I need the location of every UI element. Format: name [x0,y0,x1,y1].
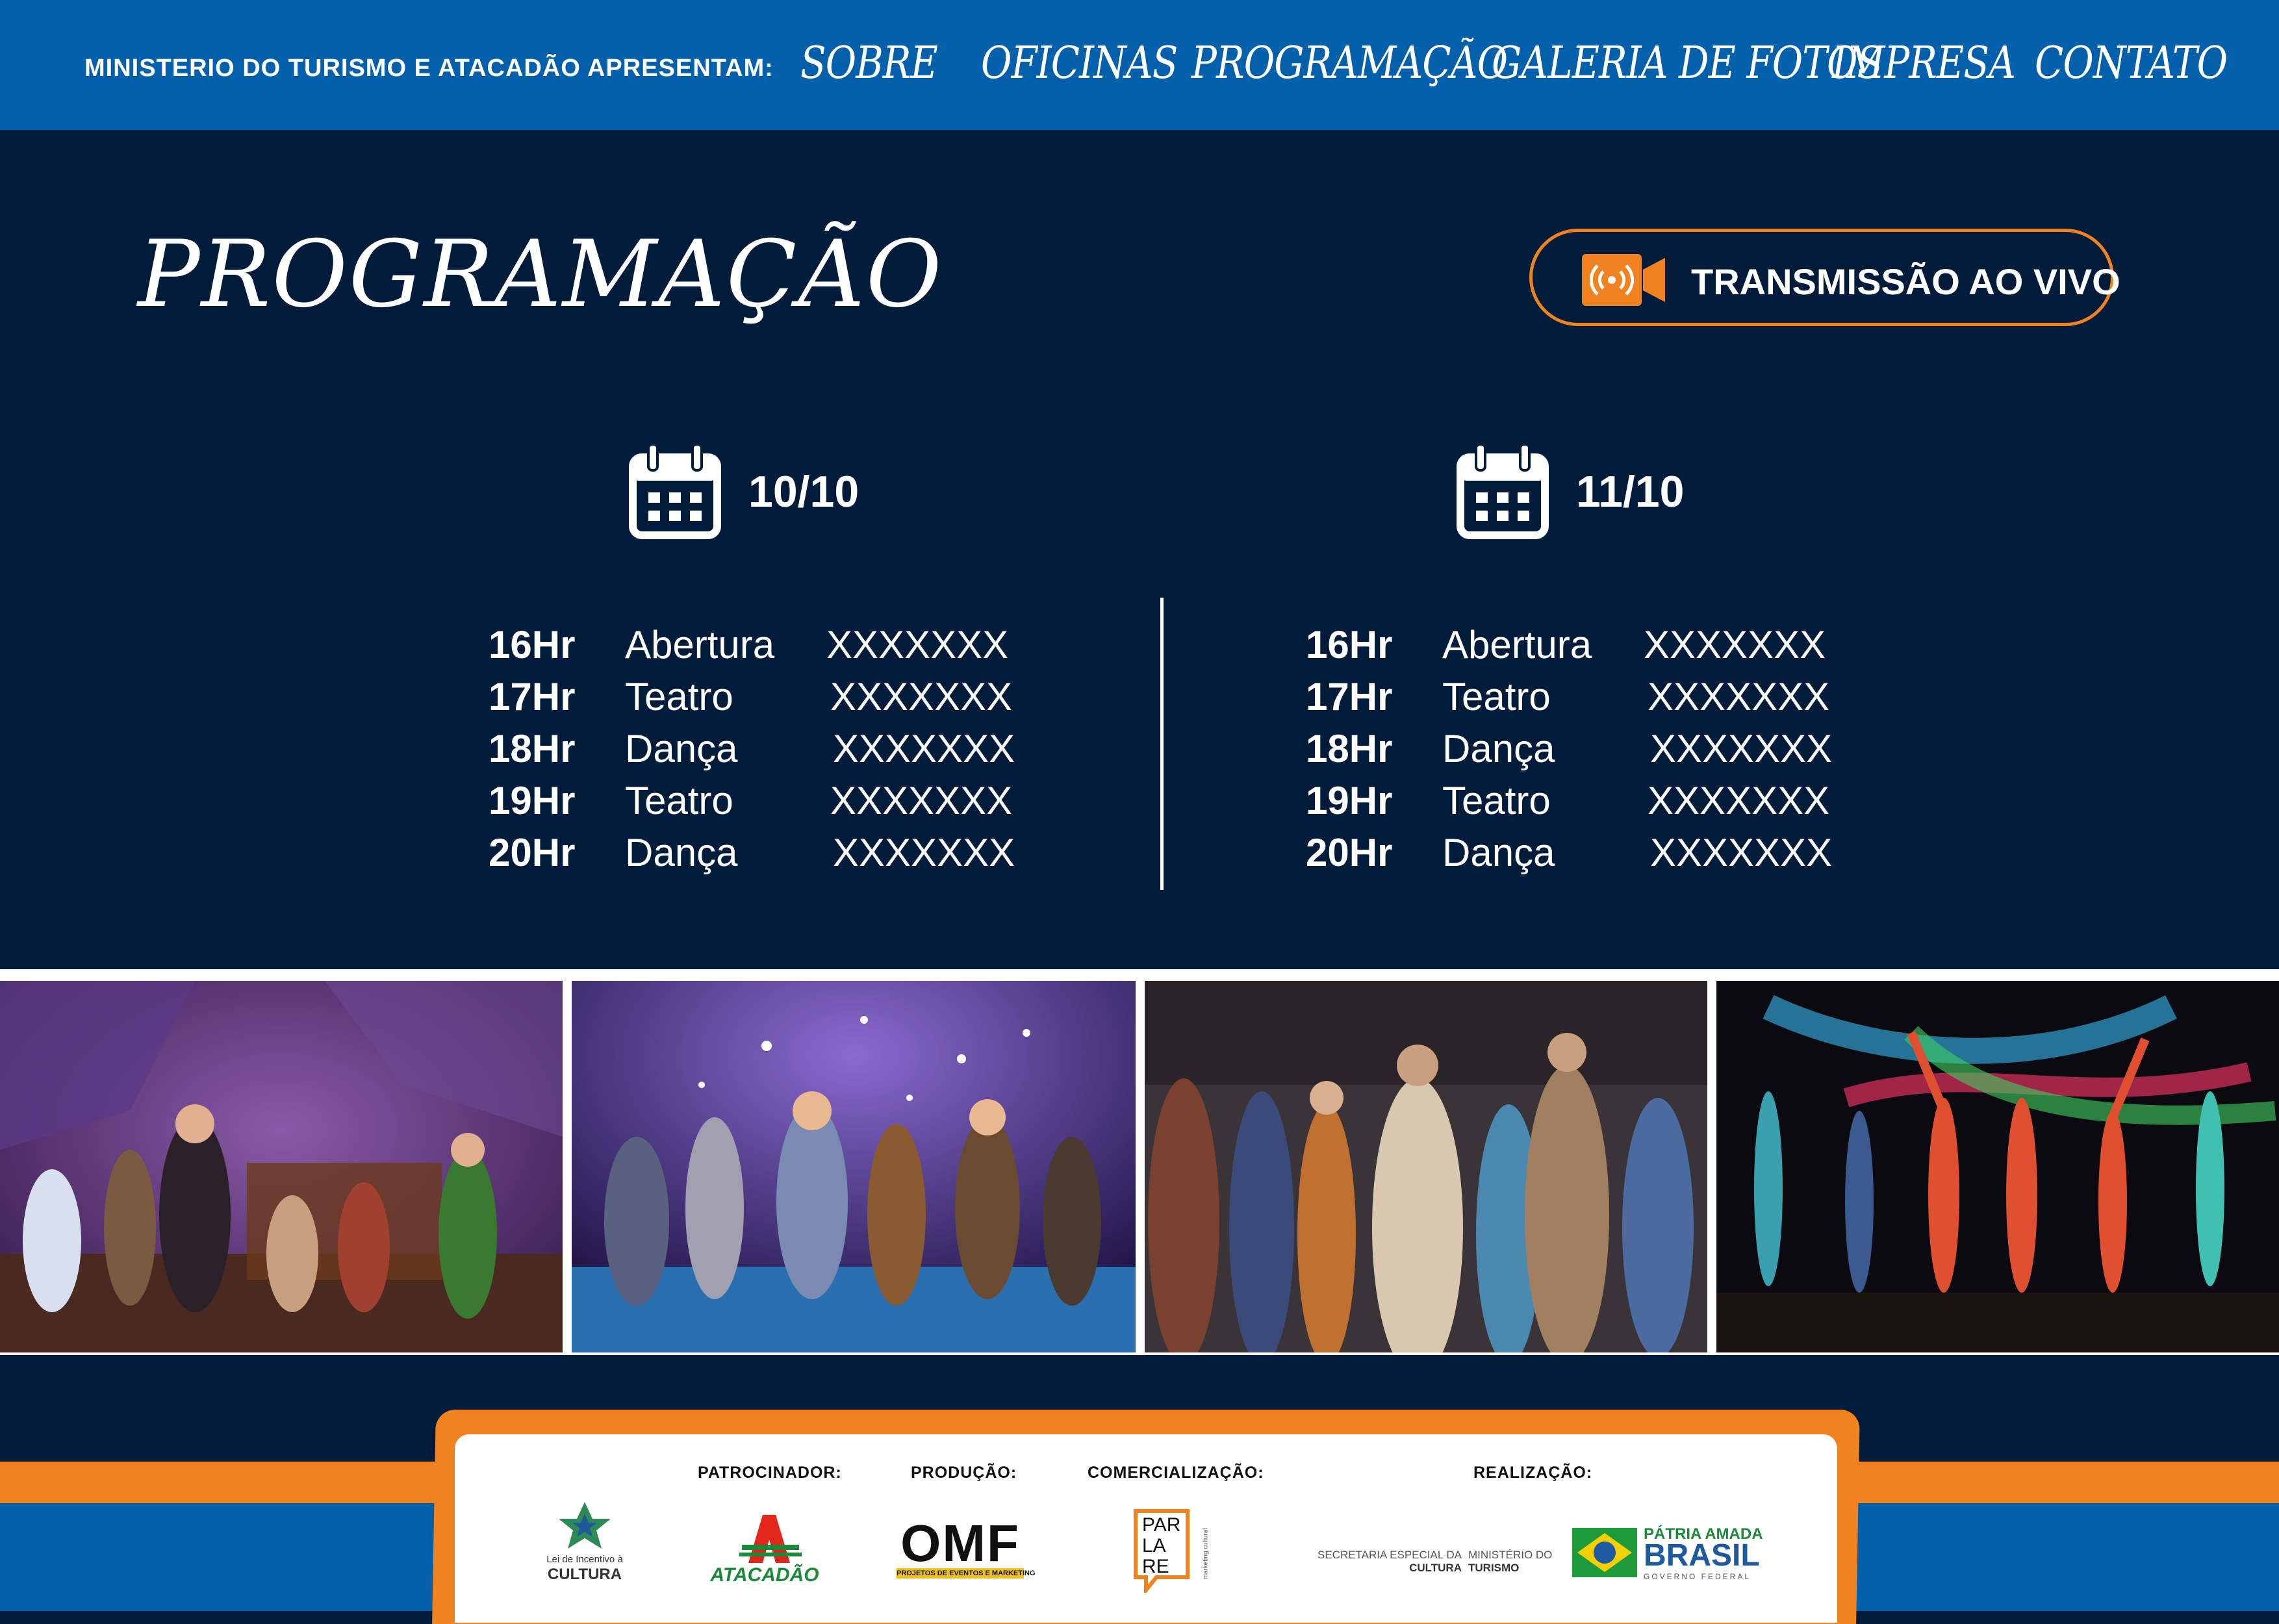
cultura-small-text: Lei de Incentivo à [546,1554,623,1565]
presenter-text: MINISTERIO DO TURISMO E ATACADÃO APRESEN… [84,55,774,82]
schedule-detail: XXXXXXX [1648,779,1830,822]
parlare-text-2: LA [1142,1535,1166,1556]
live-stream-button[interactable]: TRANSMISSÃO AO VIVO [1529,229,2120,326]
sponsor-heading-patrocinador: PATROCINADOR: [698,1464,842,1482]
sponsor-heading-comercializacao: COMERCIALIZAÇÃO: [1088,1464,1264,1482]
page-title: PROGRAMAÇÃO [138,221,943,328]
schedule-time: 19Hr [1306,779,1393,822]
sponsor-heading-realizacao: REALIZAÇÃO: [1473,1464,1593,1482]
schedule-activity: Abertura [625,623,775,666]
atacadao-text: ATACADÃO [710,1564,819,1586]
schedule-activity: Dança [625,831,738,874]
omf-subtitle: PROJETOS DE EVENTOS E MARKETING [897,1568,1036,1579]
schedule-detail: XXXXXXX [833,831,1015,874]
schedule-activity: Teatro [625,675,733,718]
ministerio-text-1: MINISTÉRIO DO [1468,1549,1553,1561]
schedule-time: 19Hr [489,779,576,822]
brazil-flag-icon [1572,1528,1637,1577]
nav-item-sobre[interactable]: SOBRE [800,38,938,89]
schedule-activity: Dança [1442,831,1555,874]
schedule-detail: XXXXXXX [1650,727,1833,770]
schedule-detail: XXXXXXX [1644,623,1826,666]
day-divider [1160,598,1164,890]
schedule-detail: XXXXXXX [1648,675,1830,718]
cultura-text: CULTURA [547,1566,622,1583]
schedule-detail: XXXXXXX [826,623,1009,666]
schedule-time: 20Hr [489,831,576,874]
schedule-activity: Abertura [1442,623,1592,666]
ministerio-text-2: TURISMO [1468,1562,1520,1574]
cultura-star-icon [559,1502,611,1549]
schedule-time: 17Hr [1306,675,1393,718]
parlare-text-3: RE [1142,1556,1169,1577]
omf-logo: OMF PROJETOS DE EVENTOS E MARKETING [897,1514,1036,1580]
nav-item-contato[interactable]: CONTATO [2035,38,2228,89]
schedule-time: 17Hr [489,675,576,718]
top-nav-bar: MINISTERIO DO TURISMO E ATACADÃO APRESEN… [0,0,2279,130]
photo-gallery-strip [0,969,2279,1355]
nav-item-programacao[interactable]: PROGRAMAÇÃO [1191,38,1508,89]
schedule-detail: XXXXXXX [830,779,1013,822]
schedule-activity: Dança [625,727,738,770]
schedule-time: 16Hr [489,623,576,666]
calendar-icon [1457,443,1549,539]
schedule-detail: XXXXXXX [830,675,1013,718]
schedule-activity: Teatro [1442,779,1551,822]
omf-text: OMF [900,1514,1020,1572]
atacadao-logo: ATACADÃO [703,1512,826,1590]
live-camera-icon [1582,254,1665,306]
schedule-activity: Teatro [625,779,733,822]
schedule-detail: XXXXXXX [833,727,1015,770]
governo-text: GOVERNO FEDERAL [1644,1572,1751,1581]
schedule-time: 18Hr [1306,727,1393,770]
parlare-text-1: PAR [1142,1514,1181,1536]
theater-photo-biblical[interactable] [1145,981,1707,1352]
day-2-date: 11/10 [1576,467,1685,516]
sponsor-heading-producao: PRODUÇÃO: [911,1464,1017,1482]
day-1-date: 10/10 [748,467,859,516]
schedule-detail: XXXXXXX [1650,831,1833,874]
patria-amada-brasil-logo: PÁTRIA AMADA BRASIL GOVERNO FEDERAL [1572,1525,1763,1581]
schedule-activity: Teatro [1442,675,1551,718]
schedule-time: 16Hr [1306,623,1393,666]
schedule-time: 18Hr [489,727,576,770]
secretaria-cultura-logo: SECRETARIA ESPECIAL DA CULTURA [1308,1549,1462,1581]
parlare-side-text: marketing cultural [1202,1528,1210,1580]
schedule-time: 20Hr [1306,831,1393,874]
secretaria-text-2: CULTURA [1409,1562,1462,1574]
dance-photo[interactable] [1716,981,2279,1352]
ministerio-turismo-logo: MINISTÉRIO DO TURISMO [1468,1549,1555,1581]
secretaria-text-1: SECRETARIA ESPECIAL DA [1317,1549,1462,1561]
calendar-icon [629,443,721,539]
brasil-text: BRASIL [1644,1538,1760,1573]
theater-photo-pirates[interactable] [0,981,563,1352]
schedule-activity: Dança [1442,727,1555,770]
lei-incentivo-cultura-logo: Lei de Incentivo à CULTURA [539,1501,630,1585]
atacadao-a-icon [739,1515,802,1563]
nav-item-galeria-de-fotos[interactable]: GALERIA DE FOTOS [1492,38,1883,89]
theater-photo-musical[interactable] [572,981,1136,1352]
nav-item-impresa[interactable]: IMPRESA [1832,38,2016,89]
live-stream-label: TRANSMISSÃO AO VIVO [1691,261,2120,302]
parlare-logo: PAR LA RE marketing cultural [1133,1508,1211,1593]
nav-item-oficinas[interactable]: OFICINAS [981,38,1178,89]
